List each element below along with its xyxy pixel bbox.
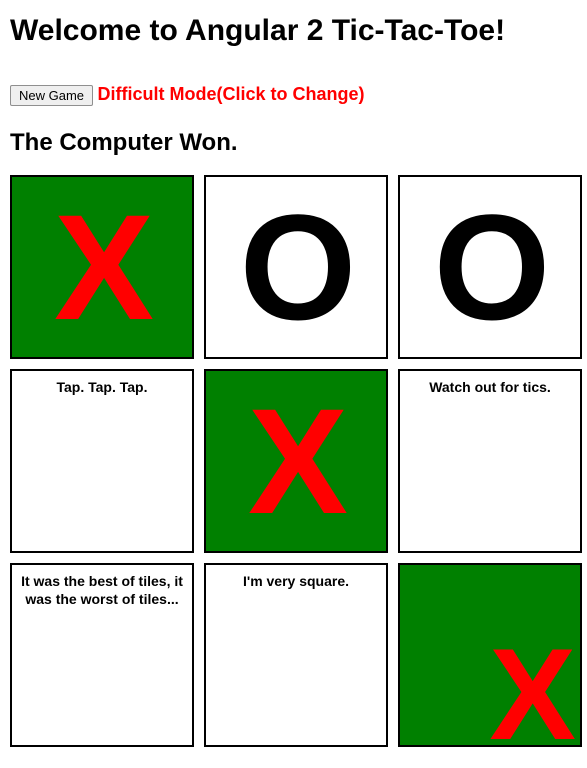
cell-placeholder: Watch out for tics. (408, 379, 572, 397)
cell-placeholder: I'm very square. (214, 573, 378, 591)
difficulty-toggle[interactable]: Difficult Mode(Click to Change) (97, 84, 364, 105)
cell-6[interactable]: It was the best of tiles, it was the wor… (10, 563, 194, 747)
cell-1[interactable]: O (204, 175, 388, 359)
cell-7[interactable]: I'm very square. (204, 563, 388, 747)
cell-8[interactable]: X (398, 563, 582, 747)
page-title: Welcome to Angular 2 Tic-Tac-Toe! (10, 14, 577, 48)
game-board: X O O Tap. Tap. Tap. X Watch out for tic… (10, 175, 582, 747)
mark-x-icon: X (248, 386, 344, 536)
cell-5[interactable]: Watch out for tics. (398, 369, 582, 553)
cell-2[interactable]: O (398, 175, 582, 359)
cell-placeholder: Tap. Tap. Tap. (20, 379, 184, 397)
cell-3[interactable]: Tap. Tap. Tap. (10, 369, 194, 553)
cell-4[interactable]: X (204, 369, 388, 553)
mark-x-icon: X (489, 629, 576, 759)
game-status: The Computer Won. (10, 129, 577, 157)
cell-placeholder: It was the best of tiles, it was the wor… (20, 573, 184, 608)
cell-0[interactable]: X (10, 175, 194, 359)
mark-x-icon: X (54, 192, 150, 342)
mark-o-icon: O (434, 192, 547, 342)
new-game-button[interactable]: New Game (10, 85, 93, 106)
mark-o-icon: O (240, 192, 353, 342)
